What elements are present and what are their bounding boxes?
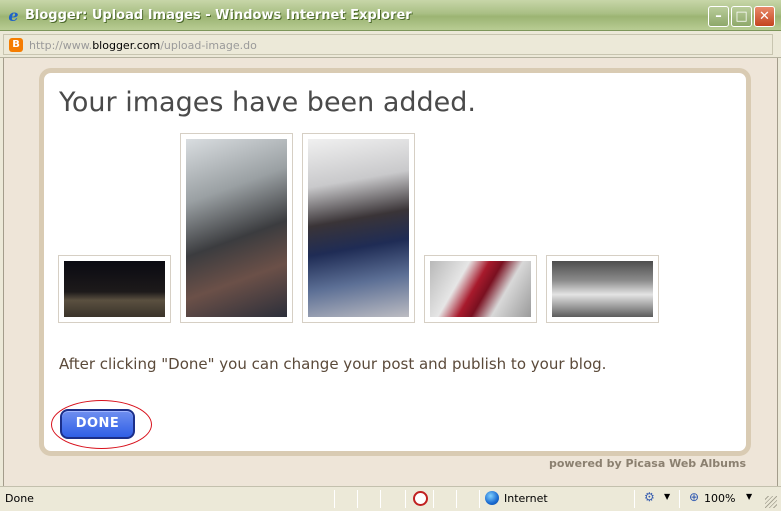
resize-grip[interactable] bbox=[765, 496, 777, 508]
done-button[interactable]: DONE bbox=[60, 409, 135, 439]
status-divider bbox=[456, 490, 457, 508]
thumbnail-red-passport[interactable] bbox=[424, 255, 537, 323]
status-divider bbox=[357, 490, 358, 508]
status-bar: Done Internet ⚙ ▼ ⊕ 100% ▼ bbox=[0, 486, 781, 511]
status-divider bbox=[405, 490, 406, 508]
maximize-button[interactable]: □ bbox=[731, 6, 752, 27]
thumbnail-night-airport[interactable] bbox=[58, 255, 171, 323]
status-divider bbox=[334, 490, 335, 508]
url-host: blogger.com bbox=[92, 39, 161, 52]
status-divider bbox=[433, 490, 434, 508]
status-divider bbox=[380, 490, 381, 508]
privacy-icon[interactable] bbox=[413, 491, 428, 506]
url-path: /upload-image.do bbox=[160, 39, 257, 52]
chevron-down-icon[interactable]: ▼ bbox=[746, 492, 752, 501]
airplane-cabin-group-photo bbox=[186, 139, 287, 317]
title-bar: e Blogger: Upload Images - Windows Inter… bbox=[0, 0, 781, 31]
security-zone: Internet bbox=[504, 492, 548, 505]
page-content: Your images have been added. After click… bbox=[3, 58, 778, 486]
white-car-photo bbox=[552, 261, 653, 317]
airplane-couple-photo bbox=[308, 139, 409, 317]
night-airport-photo bbox=[64, 261, 165, 317]
instructions-text: After clicking "Done" you can change you… bbox=[59, 355, 607, 373]
thumbnail-airplane-cabin-group[interactable] bbox=[180, 133, 293, 323]
url-text: http://www.blogger.com/upload-image.do bbox=[29, 39, 257, 52]
thumbnail-white-car[interactable] bbox=[546, 255, 659, 323]
chevron-down-icon[interactable]: ▼ bbox=[664, 492, 670, 501]
status-divider bbox=[634, 490, 635, 508]
close-button[interactable]: ✕ bbox=[754, 6, 775, 27]
powered-prefix: powered by bbox=[548, 457, 626, 470]
protected-mode-icon[interactable]: ⚙ bbox=[644, 490, 655, 504]
blogger-icon: B bbox=[9, 38, 23, 52]
status-divider bbox=[479, 490, 480, 508]
thumbnail-airplane-couple[interactable] bbox=[302, 133, 415, 323]
window-title: Blogger: Upload Images - Windows Interne… bbox=[25, 8, 412, 23]
status-text: Done bbox=[5, 492, 34, 505]
red-passport-documents-photo bbox=[430, 261, 531, 317]
upload-panel: Your images have been added. After click… bbox=[39, 68, 751, 456]
minimize-button[interactable]: – bbox=[708, 6, 729, 27]
picasa-link[interactable]: Picasa Web Albums bbox=[626, 457, 746, 470]
powered-by: powered by Picasa Web Albums bbox=[549, 457, 746, 470]
zoom-level[interactable]: 100% bbox=[704, 492, 735, 505]
zoom-icon[interactable]: ⊕ bbox=[689, 490, 699, 504]
page-title: Your images have been added. bbox=[59, 87, 477, 118]
url-field[interactable]: B http://www.blogger.com/upload-image.do bbox=[3, 34, 773, 55]
status-divider bbox=[679, 490, 680, 508]
url-prefix: http://www. bbox=[29, 39, 93, 52]
globe-icon bbox=[485, 491, 499, 505]
internet-explorer-icon: e bbox=[8, 6, 19, 25]
address-bar: B http://www.blogger.com/upload-image.do bbox=[0, 31, 781, 58]
